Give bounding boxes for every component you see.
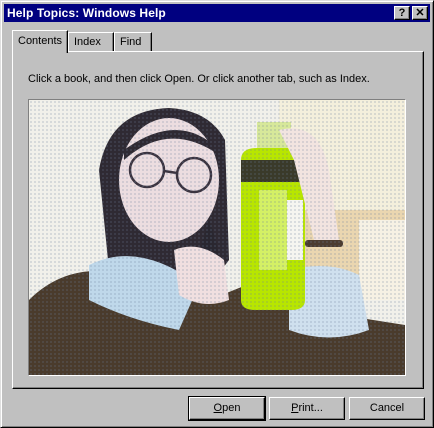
print-label: rint... [298,402,323,414]
close-button[interactable]: ✕ [412,6,428,20]
cancel-label: Cancel [369,402,405,414]
tab-contents[interactable]: Contents [12,30,68,53]
photo-frame[interactable] [28,99,406,376]
tab-find-label: Find [120,36,142,48]
tab-index-label: Index [74,36,101,48]
title-bar[interactable]: Help Topics: Windows Help ? ✕ [4,4,430,22]
cancel-button[interactable]: Cancel [349,397,425,420]
open-button[interactable]: Open [188,396,266,421]
help-topics-window: Help Topics: Windows Help ? ✕ Contents I… [0,0,434,428]
open-accel: O [213,402,223,414]
help-button[interactable]: ? [394,6,410,20]
tab-contents-label: Contents [18,35,63,47]
tab-find[interactable]: Find [114,32,152,52]
close-icon: ✕ [415,7,425,19]
print-button[interactable]: Print... [269,397,345,420]
instruction-text: Click a book, and then click Open. Or cl… [28,73,370,85]
question-mark-icon: ? [398,7,406,19]
photo-image [29,100,405,375]
contents-panel: Click a book, and then click Open. Or cl… [12,51,424,389]
window-title: Help Topics: Windows Help [7,6,166,20]
tab-index[interactable]: Index [68,32,114,52]
open-label: pen [222,402,241,414]
